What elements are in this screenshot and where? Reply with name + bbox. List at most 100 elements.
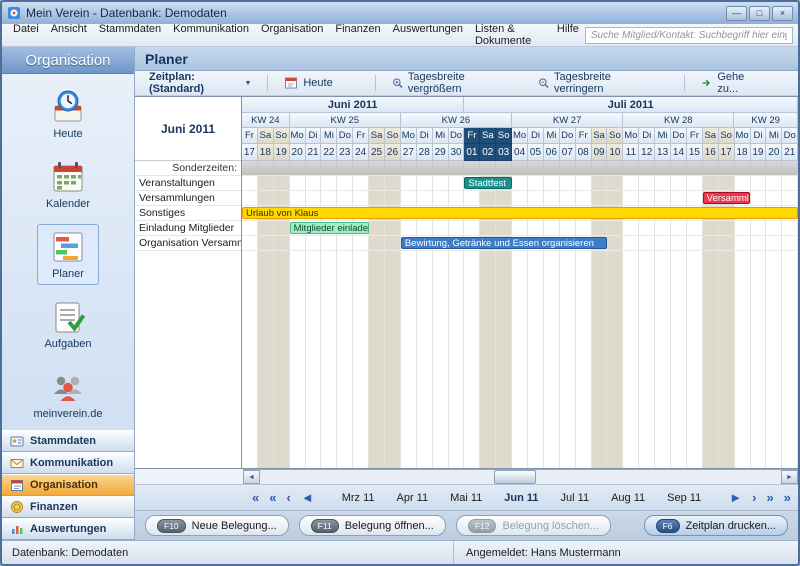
day-cell[interactable]: [687, 236, 703, 250]
day-number-header[interactable]: 27: [401, 144, 417, 161]
day-cell[interactable]: [242, 236, 258, 250]
day-cell[interactable]: [512, 161, 528, 175]
day-cell[interactable]: [687, 176, 703, 190]
day-cell[interactable]: [782, 236, 798, 250]
day-cell[interactable]: [433, 191, 449, 205]
day-cell[interactable]: [369, 191, 385, 205]
day-cell[interactable]: [735, 221, 751, 235]
button-neue-belegung[interactable]: F10Neue Belegung...: [145, 515, 289, 536]
day-cell[interactable]: [274, 221, 290, 235]
day-number-header[interactable]: 20: [290, 144, 306, 161]
day-cell[interactable]: [258, 221, 274, 235]
day-number-header[interactable]: 08: [576, 144, 592, 161]
event-urlaub-von-klaus[interactable]: Urlaub von Klaus: [242, 207, 798, 219]
day-cell[interactable]: [703, 161, 719, 175]
day-cell[interactable]: [623, 161, 639, 175]
day-cell[interactable]: [766, 251, 782, 468]
day-cell[interactable]: [560, 176, 576, 190]
day-cell[interactable]: [306, 191, 322, 205]
day-number-header[interactable]: 25: [369, 144, 385, 161]
day-cell[interactable]: [703, 221, 719, 235]
nav-back-arrow-3[interactable]: ‹: [281, 490, 295, 505]
day-cell[interactable]: [401, 221, 417, 235]
day-cell[interactable]: [417, 221, 433, 235]
day-cell[interactable]: [592, 161, 608, 175]
scroll-left-arrow[interactable]: ◄: [243, 470, 260, 484]
day-cell[interactable]: [242, 176, 258, 190]
day-number-header[interactable]: 05: [528, 144, 544, 161]
day-cell[interactable]: [719, 221, 735, 235]
scrollbar-track[interactable]: [260, 470, 781, 484]
day-cell[interactable]: [480, 221, 496, 235]
day-number-header[interactable]: 10: [607, 144, 623, 161]
day-cell[interactable]: [369, 221, 385, 235]
day-cell[interactable]: [766, 221, 782, 235]
nav-forward-arrow-3[interactable]: »: [761, 490, 778, 505]
day-cell[interactable]: [258, 176, 274, 190]
day-name-header[interactable]: Di: [417, 128, 433, 144]
nav-forward-arrow-2[interactable]: ›: [747, 490, 761, 505]
day-name-header[interactable]: Sa: [480, 128, 496, 144]
sidebar-section-organisation[interactable]: Organisation: [2, 474, 134, 496]
day-cell[interactable]: [306, 161, 322, 175]
day-cell[interactable]: [385, 191, 401, 205]
day-cell[interactable]: [369, 176, 385, 190]
day-number-header[interactable]: 16: [703, 144, 719, 161]
day-cell[interactable]: [607, 221, 623, 235]
day-cell[interactable]: [512, 191, 528, 205]
day-cell[interactable]: [306, 251, 322, 468]
day-name-header[interactable]: Mo: [623, 128, 639, 144]
day-cell[interactable]: [607, 191, 623, 205]
day-number-header[interactable]: 19: [751, 144, 767, 161]
day-cell[interactable]: [512, 221, 528, 235]
planner-row-sonderzeiten[interactable]: [242, 161, 798, 176]
day-cell[interactable]: [751, 161, 767, 175]
day-cell[interactable]: [385, 251, 401, 468]
menu-item-listen-dokumente[interactable]: Listen & Dokumente: [469, 20, 551, 50]
day-cell[interactable]: [417, 176, 433, 190]
day-cell[interactable]: [703, 251, 719, 468]
day-name-header[interactable]: Do: [337, 128, 353, 144]
menu-item-kommunikation[interactable]: Kommunikation: [167, 20, 255, 50]
day-cell[interactable]: [274, 236, 290, 250]
day-cell[interactable]: [703, 236, 719, 250]
day-cell[interactable]: [337, 176, 353, 190]
event-bewirtung-getr-nke-und-essen-organisieren[interactable]: Bewirtung, Getränke und Essen organisier…: [401, 237, 608, 249]
button-zeitplan-drucken[interactable]: F6Zeitplan drucken...: [644, 515, 788, 536]
planner-row-sonstiges[interactable]: Urlaub von Klaus: [242, 206, 798, 221]
day-cell[interactable]: [433, 221, 449, 235]
day-cell[interactable]: [321, 251, 337, 468]
day-number-header[interactable]: 17: [242, 144, 258, 161]
planner-row-organisation-versammlung[interactable]: Bewirtung, Getränke und Essen organisier…: [242, 236, 798, 251]
day-number-header[interactable]: 04: [512, 144, 528, 161]
menu-item-organisation[interactable]: Organisation: [255, 20, 329, 50]
day-number-header[interactable]: 26: [385, 144, 401, 161]
day-cell[interactable]: [671, 236, 687, 250]
day-cell[interactable]: [623, 236, 639, 250]
day-cell[interactable]: [782, 191, 798, 205]
day-cell[interactable]: [560, 161, 576, 175]
planner-row-versammlungen[interactable]: Versammlung: [242, 191, 798, 206]
day-cell[interactable]: [290, 176, 306, 190]
day-cell[interactable]: [337, 191, 353, 205]
day-cell[interactable]: [751, 221, 767, 235]
day-cell[interactable]: [464, 191, 480, 205]
day-cell[interactable]: [464, 161, 480, 175]
day-name-header[interactable]: Sa: [703, 128, 719, 144]
nav-month-jul-11[interactable]: Jul 11: [550, 492, 601, 504]
day-cell[interactable]: [353, 176, 369, 190]
day-cell[interactable]: [766, 161, 782, 175]
menu-item-stammdaten[interactable]: Stammdaten: [93, 20, 167, 50]
day-cell[interactable]: [544, 251, 560, 468]
day-number-header[interactable]: 13: [655, 144, 671, 161]
day-number-header[interactable]: 09: [592, 144, 608, 161]
day-cell[interactable]: [671, 161, 687, 175]
menu-item-ansicht[interactable]: Ansicht: [45, 20, 93, 50]
day-number-header[interactable]: 17: [719, 144, 735, 161]
day-cell[interactable]: [607, 161, 623, 175]
nav-month-apr-11[interactable]: Apr 11: [386, 492, 440, 504]
day-cell[interactable]: [258, 191, 274, 205]
scroll-right-arrow[interactable]: ►: [781, 470, 798, 484]
day-cell[interactable]: [353, 251, 369, 468]
day-cell[interactable]: [242, 251, 258, 468]
